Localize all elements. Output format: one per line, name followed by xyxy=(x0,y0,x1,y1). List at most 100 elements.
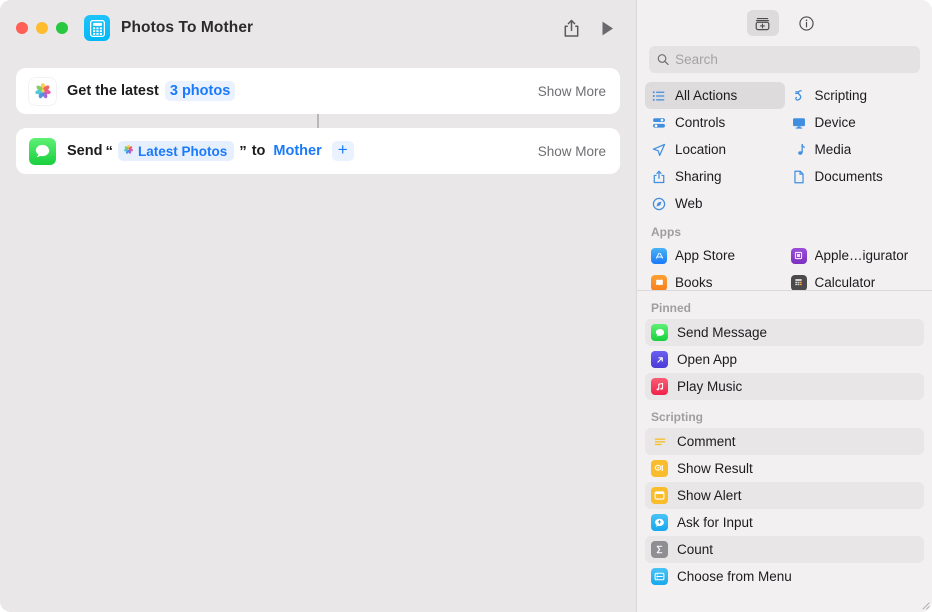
action-prefix: Send xyxy=(67,143,103,159)
minimize-button[interactable] xyxy=(36,22,48,34)
app-label: Apple…igurator xyxy=(814,248,909,263)
library-row-comment[interactable]: Comment xyxy=(645,428,924,455)
resize-grip[interactable] xyxy=(918,598,930,610)
zoom-button[interactable] xyxy=(56,22,68,34)
shortcut-calculator-icon xyxy=(84,15,110,41)
pinned-group-header: Pinned xyxy=(651,301,692,315)
app-item-apple-configurator[interactable]: Apple…igurator xyxy=(785,242,925,269)
library-row-show-alert[interactable]: Show Alert xyxy=(645,482,924,509)
apps-header-wrap: Apps xyxy=(645,217,924,242)
library-toolbar xyxy=(637,0,932,46)
category-sharing[interactable]: Sharing xyxy=(645,163,785,190)
show-more-button[interactable]: Show More xyxy=(538,84,606,99)
share-button[interactable] xyxy=(556,14,586,42)
row-label: Show Alert xyxy=(677,488,742,503)
action-middle-word: to xyxy=(251,143,266,159)
show-more-button[interactable]: Show More xyxy=(538,144,606,159)
shortcut-details-tab[interactable] xyxy=(791,10,823,36)
photos-count-parameter[interactable]: 3 photos xyxy=(164,81,236,101)
share-up-icon xyxy=(651,169,667,185)
info-circle-icon xyxy=(799,15,814,31)
show-result-icon xyxy=(651,460,668,477)
document-page-icon xyxy=(791,169,807,185)
category-label: Scripting xyxy=(814,88,868,103)
category-label: Location xyxy=(675,142,727,157)
categories-grid: All Actions Scripting Controls Device Lo… xyxy=(637,82,932,290)
shortcut-editor-pane: Photos To Mother Get the latest 3 photos… xyxy=(0,0,636,612)
scripting-group-header: Scripting xyxy=(651,410,704,424)
close-button[interactable] xyxy=(16,22,28,34)
category-media[interactable]: Media xyxy=(785,136,925,163)
play-icon xyxy=(602,21,613,35)
choose-from-menu-icon xyxy=(651,568,668,585)
app-store-icon xyxy=(651,247,667,264)
music-note-icon xyxy=(791,142,807,158)
row-label: Ask for Input xyxy=(677,515,753,530)
row-label: Comment xyxy=(677,434,736,449)
category-web[interactable]: Web xyxy=(645,190,785,217)
calculator-icon xyxy=(790,274,807,290)
action-text: Get the latest 3 photos xyxy=(67,81,241,101)
library-row-choose-from-menu[interactable]: Choose from Menu xyxy=(645,563,924,590)
app-label: App Store xyxy=(675,248,736,263)
categories-section: All Actions Scripting Controls Device Lo… xyxy=(637,82,932,291)
location-arrow-icon xyxy=(651,142,667,158)
comment-icon xyxy=(651,433,668,450)
recipient-parameter[interactable]: Mother xyxy=(271,141,323,161)
messages-app-icon xyxy=(651,324,668,341)
category-label: Media xyxy=(814,142,852,157)
apple-configurator-icon xyxy=(790,247,807,264)
open-quote: “ xyxy=(105,142,113,160)
controls-icon xyxy=(651,115,667,131)
messages-app-icon xyxy=(29,137,56,165)
action-connector xyxy=(317,114,319,128)
traffic-lights xyxy=(16,22,68,34)
safari-compass-icon xyxy=(651,196,667,212)
library-row-count[interactable]: Count xyxy=(645,536,924,563)
scripting-icon xyxy=(791,88,807,104)
photos-variable-icon xyxy=(123,143,134,159)
action-library-tab[interactable] xyxy=(746,10,779,36)
library-row-send-message[interactable]: Send Message xyxy=(645,319,924,346)
window-titlebar: Photos To Mother xyxy=(0,0,636,56)
action-card-send-message[interactable]: Send “ Latest Photos ” to Mother + Show … xyxy=(16,128,620,174)
action-library-pane: All Actions Scripting xyxy=(636,0,932,612)
app-item-calculator[interactable]: Calculator xyxy=(785,269,925,290)
action-library-icon xyxy=(755,17,770,30)
category-controls[interactable]: Controls xyxy=(645,109,785,136)
app-label: Books xyxy=(675,275,713,290)
category-label: Device xyxy=(814,115,856,130)
library-row-show-result[interactable]: Show Result xyxy=(645,455,924,482)
count-sigma-icon xyxy=(651,541,668,558)
music-app-icon xyxy=(651,378,668,395)
row-label: Count xyxy=(677,542,714,557)
library-row-ask-for-input[interactable]: Ask for Input xyxy=(645,509,924,536)
share-icon xyxy=(564,19,578,37)
category-label: Controls xyxy=(675,115,726,130)
library-row-open-app[interactable]: Open App xyxy=(645,346,924,373)
category-documents[interactable]: Documents xyxy=(785,163,925,190)
action-text: Send “ Latest Photos ” to Mother + xyxy=(67,141,354,161)
action-card-get-latest-photos[interactable]: Get the latest 3 photos Show More xyxy=(16,68,620,114)
app-item-books[interactable]: Books xyxy=(645,269,785,290)
library-action-list[interactable]: Pinned Send Message Open App Play Music … xyxy=(637,291,932,612)
photos-app-icon xyxy=(29,77,56,105)
category-location[interactable]: Location xyxy=(645,136,785,163)
device-display-icon xyxy=(791,115,807,131)
category-label: Sharing xyxy=(675,169,722,184)
category-device[interactable]: Device xyxy=(785,109,925,136)
category-scripting[interactable]: Scripting xyxy=(785,82,925,109)
app-label: Calculator xyxy=(814,275,876,290)
ask-for-input-icon xyxy=(651,514,668,531)
search-field[interactable] xyxy=(649,46,920,73)
library-row-play-music[interactable]: Play Music xyxy=(645,373,924,400)
variable-token-latest-photos[interactable]: Latest Photos xyxy=(117,141,235,161)
category-label: Web xyxy=(675,196,703,211)
app-item-app-store[interactable]: App Store xyxy=(645,242,785,269)
row-label: Show Result xyxy=(677,461,753,476)
add-recipient-button[interactable]: + xyxy=(331,141,354,161)
category-all-actions[interactable]: All Actions xyxy=(645,82,785,109)
search-input[interactable] xyxy=(675,52,912,67)
run-shortcut-button[interactable] xyxy=(592,14,622,42)
books-icon xyxy=(651,274,667,290)
